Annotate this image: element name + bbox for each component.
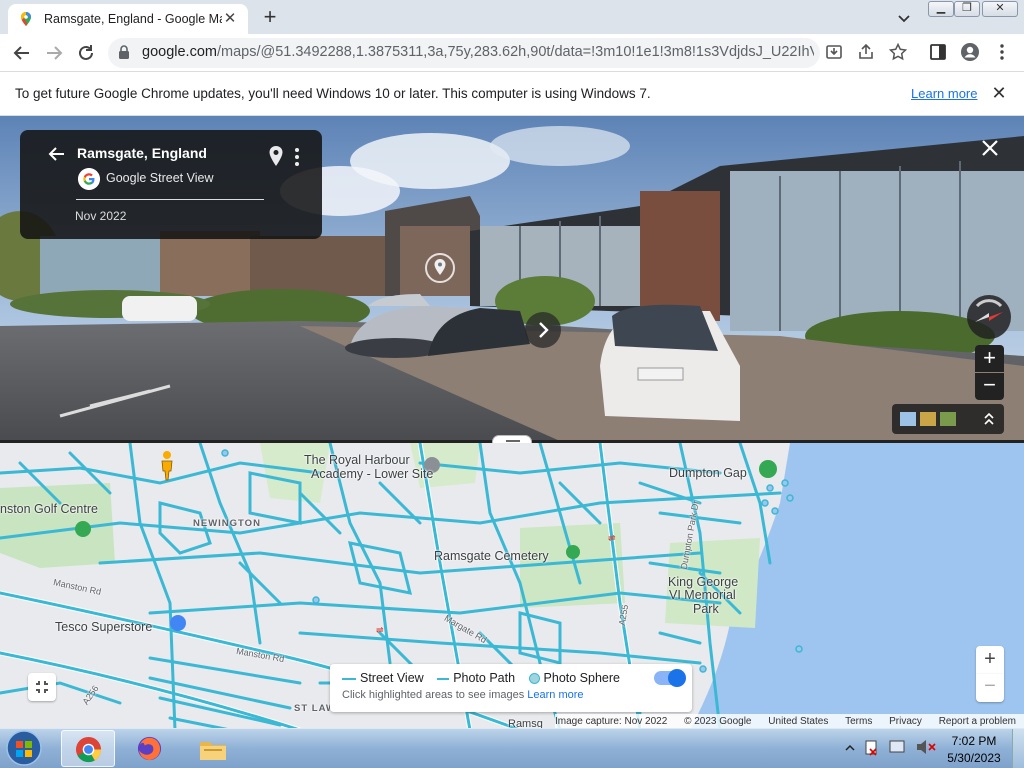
show-desktop-button[interactable] bbox=[1012, 729, 1024, 768]
tab-search-chevron-icon[interactable] bbox=[894, 8, 914, 28]
taskbar-firefox-button[interactable] bbox=[123, 730, 177, 767]
map-footer: Image capture: Nov 2022 © 2023 Google Un… bbox=[555, 714, 1024, 729]
street-view-source-label: Google Street View bbox=[106, 171, 214, 185]
street-view-layer-toggle[interactable] bbox=[654, 669, 686, 687]
expand-chevron-icon[interactable] bbox=[982, 410, 996, 428]
clock-date[interactable]: 5/30/2023 bbox=[942, 751, 1006, 765]
thumbnail-1[interactable] bbox=[900, 412, 916, 426]
restore-button[interactable]: ❐ bbox=[954, 1, 980, 17]
street-view-date[interactable]: Nov 2022 bbox=[75, 209, 126, 223]
folder-icon bbox=[200, 742, 226, 760]
street-view-place-title: Ramsgate, England bbox=[77, 145, 207, 161]
bookmark-star-icon[interactable] bbox=[888, 42, 908, 62]
legend-photo-sphere: Photo Sphere bbox=[543, 671, 620, 685]
infobar-message: To get future Google Chrome updates, you… bbox=[15, 86, 651, 101]
photo-thumbnails-strip[interactable] bbox=[892, 404, 1004, 434]
location-pin-icon[interactable] bbox=[267, 145, 285, 167]
compass-icon[interactable] bbox=[965, 293, 1013, 341]
street-view-back-arrow-icon[interactable] bbox=[46, 143, 68, 165]
footer-image-capture: Image capture: Nov 2022 bbox=[555, 716, 668, 727]
legend-hint: Click highlighted areas to see images bbox=[342, 689, 525, 701]
street-view-line-swatch bbox=[342, 677, 356, 680]
google-maps-favicon-icon bbox=[21, 12, 31, 26]
tab-title: Ramsgate, England - Google Maps bbox=[44, 12, 222, 26]
map-label-newington: NEWINGTON bbox=[193, 518, 261, 529]
side-panel-icon[interactable] bbox=[928, 42, 948, 62]
profile-avatar-icon[interactable] bbox=[960, 42, 980, 62]
thumbnail-3[interactable] bbox=[940, 412, 956, 426]
url-path: /maps/@51.3492288,1.3875311,3a,75y,283.6… bbox=[216, 44, 814, 60]
pegman-icon[interactable] bbox=[157, 449, 177, 481]
photo-sphere-swatch bbox=[528, 673, 540, 685]
share-icon[interactable] bbox=[856, 42, 876, 62]
toggle-knob bbox=[668, 669, 686, 687]
footer-privacy[interactable]: Privacy bbox=[889, 714, 922, 727]
legend-photo-path: Photo Path bbox=[453, 671, 516, 685]
map-label-ramsgate-cemetery[interactable]: Ramsgate Cemetery bbox=[434, 549, 549, 563]
chrome-menu-icon[interactable] bbox=[992, 42, 1012, 62]
map-label-dumpton-gap[interactable]: Dumpton Gap bbox=[669, 466, 747, 480]
thumbnail-2[interactable] bbox=[920, 412, 936, 426]
tab-close-icon[interactable]: ✕ bbox=[222, 11, 238, 27]
street-view-zoom-in-button[interactable]: + bbox=[975, 345, 1004, 372]
more-options-icon[interactable] bbox=[290, 146, 304, 168]
map-label-golf-centre[interactable]: nston Golf Centre bbox=[0, 502, 98, 516]
collapse-map-icon[interactable] bbox=[28, 673, 56, 701]
footer-report[interactable]: Report a problem bbox=[939, 714, 1016, 727]
street-view-next-arrow-icon[interactable] bbox=[525, 312, 561, 348]
map-label-tesco[interactable]: Tesco Superstore bbox=[55, 620, 152, 634]
lock-icon[interactable] bbox=[118, 44, 130, 60]
windows-start-button-icon[interactable] bbox=[4, 729, 44, 767]
street-view-location-marker-icon[interactable] bbox=[424, 252, 456, 284]
map-label-king-george-3[interactable]: Park bbox=[693, 602, 719, 616]
street-view-zoom-out-button[interactable]: − bbox=[975, 373, 1004, 400]
browser-tab[interactable]: Ramsgate, England - Google Maps ✕ bbox=[8, 4, 248, 34]
map-label-king-george-1[interactable]: King George bbox=[668, 575, 738, 589]
minimize-button[interactable]: ▁ bbox=[928, 1, 954, 17]
firefox-icon bbox=[137, 736, 162, 761]
infobar-learn-more-link[interactable]: Learn more bbox=[911, 86, 977, 101]
url-host: google.com bbox=[142, 44, 217, 60]
map-label-royal-harbour-2[interactable]: Academy - Lower Site bbox=[311, 467, 433, 481]
url-text[interactable]: google.com/maps/@51.3492288,1.3875311,3a… bbox=[142, 44, 814, 60]
svg-text:⇌: ⇌ bbox=[376, 625, 384, 635]
forward-arrow-icon[interactable] bbox=[42, 41, 66, 65]
street-view-legend: Street View Photo Path Photo Sphere Clic… bbox=[330, 664, 692, 712]
map-label-royal-harbour[interactable]: The Royal Harbour bbox=[304, 453, 410, 467]
footer-copyright: © 2023 Google bbox=[684, 716, 752, 727]
footer-country[interactable]: United States bbox=[768, 714, 828, 727]
window-close-button[interactable]: ✕ bbox=[982, 1, 1018, 17]
map-zoom-in-button[interactable]: + bbox=[976, 646, 1004, 674]
new-tab-button[interactable]: + bbox=[258, 6, 282, 30]
map-zoom-out-button[interactable]: − bbox=[976, 674, 1004, 702]
svg-text:⇌: ⇌ bbox=[608, 533, 616, 543]
clock-time[interactable]: 7:02 PM bbox=[948, 734, 1000, 748]
taskbar-chrome-button[interactable] bbox=[61, 730, 115, 767]
taskbar-explorer-button[interactable] bbox=[186, 730, 240, 767]
back-arrow-icon[interactable] bbox=[10, 41, 34, 65]
infobar-close-icon[interactable]: ✕ bbox=[990, 84, 1008, 102]
chrome-icon bbox=[75, 736, 102, 763]
legend-learn-more-link[interactable]: Learn more bbox=[527, 689, 583, 701]
google-g-logo-icon bbox=[78, 168, 100, 190]
map-label-king-george-2[interactable]: VI Memorial bbox=[669, 588, 736, 602]
footer-terms[interactable]: Terms bbox=[845, 714, 872, 727]
street-view-card-divider bbox=[76, 199, 264, 200]
reload-icon[interactable] bbox=[74, 41, 98, 65]
system-tray-icons[interactable] bbox=[842, 736, 942, 758]
install-download-icon[interactable] bbox=[824, 42, 844, 62]
photo-path-swatch bbox=[437, 677, 450, 680]
legend-street-view: Street View bbox=[360, 671, 424, 685]
street-view-close-icon[interactable] bbox=[979, 137, 1001, 159]
